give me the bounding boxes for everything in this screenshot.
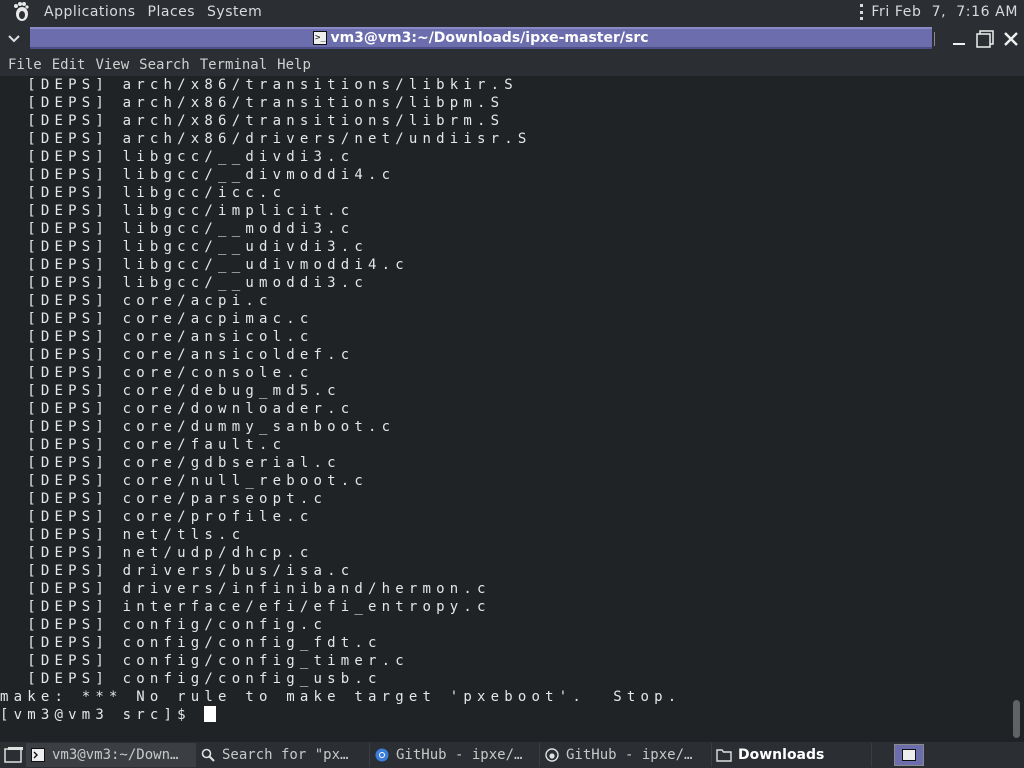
terminal-line: [DEPS] core/acpimac.c	[0, 311, 314, 327]
task-label: Downloads	[738, 747, 825, 763]
panel-handle-icon	[860, 4, 864, 20]
terminal-line: [DEPS] core/null_reboot.c	[0, 473, 368, 489]
terminal-line: [DEPS] libgcc/__moddi3.c	[0, 221, 355, 237]
task-downloads[interactable]: Downloads	[712, 743, 872, 767]
terminal-line: [DEPS] libgcc/icc.c	[0, 185, 287, 201]
terminal-scrollbar[interactable]	[1008, 76, 1024, 742]
terminal-line: [DEPS] config/config_timer.c	[0, 653, 409, 669]
terminal-line: [DEPS] core/ansicol.c	[0, 329, 314, 345]
window-buttons	[946, 24, 1024, 54]
maximize-icon[interactable]	[972, 26, 998, 52]
menu-applications[interactable]: Applications	[44, 4, 136, 20]
terminal-output[interactable]: [DEPS] arch/x86/transitions/libkir.S [DE…	[0, 76, 1008, 742]
top-panel: Applications Places System Fri Feb 7, 7:…	[0, 0, 1024, 24]
close-icon[interactable]	[998, 26, 1024, 52]
terminal-line: [DEPS] core/profile.c	[0, 509, 314, 525]
shell-prompt: [vm3@vm3 src]$	[0, 707, 205, 723]
text-cursor	[204, 706, 217, 722]
terminal-line: [DEPS] interface/efi/efi_entropy.c	[0, 599, 491, 615]
terminal-line: [DEPS] drivers/bus/isa.c	[0, 563, 355, 579]
clock[interactable]: Fri Feb 7, 7:16 AM	[871, 4, 1018, 20]
terminal-line: [DEPS] core/ansicoldef.c	[0, 347, 355, 363]
terminal-prompt-line[interactable]: [vm3@vm3 src]$	[0, 706, 217, 724]
task-label: vm3@vm3:~/Down…	[52, 747, 179, 763]
scrollbar-thumb[interactable]	[1013, 700, 1020, 738]
search-icon	[200, 747, 216, 763]
terminal-line: [DEPS] arch/x86/drivers/net/undiisr.S	[0, 131, 532, 147]
menu-places[interactable]: Places	[148, 4, 196, 20]
terminal-line: [DEPS] config/config.c	[0, 617, 328, 633]
window-title-bar[interactable]: >_ vm3@vm3:~/Downloads/ipxe-master/src	[30, 27, 932, 49]
workspace-window-icon	[902, 749, 916, 761]
task-github[interactable]: GitHub - ipxe/…	[540, 743, 712, 767]
task-chrome-github[interactable]: GitHub - ipxe/…	[370, 743, 540, 767]
terminal-line: [DEPS] libgcc/implicit.c	[0, 203, 355, 219]
task-label: Search for "px…	[222, 747, 349, 763]
terminal-line: [DEPS] libgcc/__divmoddi4.c	[0, 167, 396, 183]
terminal-line: [DEPS] libgcc/__umoddi3.c	[0, 275, 368, 291]
window-menu-chevron-icon[interactable]	[0, 25, 28, 53]
gnome-foot-icon	[544, 747, 560, 763]
terminal-line: [DEPS] core/dummy_sanboot.c	[0, 419, 396, 435]
terminal-line: [DEPS] libgcc/__udivdi3.c	[0, 239, 368, 255]
folder-icon	[716, 747, 732, 763]
terminal-line: [DEPS] config/config_usb.c	[0, 671, 382, 687]
terminal-line: [DEPS] core/gdbserial.c	[0, 455, 341, 471]
menu-view[interactable]: View	[95, 57, 129, 73]
terminal-line: [DEPS] core/parseopt.c	[0, 491, 328, 507]
bottom-taskbar: vm3@vm3:~/Down… Search for "px… GitHub -…	[0, 742, 1024, 768]
gnome-foot-icon[interactable]	[10, 1, 32, 23]
terminal-line: [DEPS] arch/x86/transitions/libkir.S	[0, 77, 518, 93]
menu-terminal[interactable]: Terminal	[200, 57, 267, 73]
show-desktop-icon[interactable]	[2, 743, 26, 767]
terminal-line: [DEPS] core/debug_md5.c	[0, 383, 341, 399]
menu-file[interactable]: File	[8, 57, 42, 73]
terminal-line: [DEPS] arch/x86/transitions/libpm.S	[0, 95, 505, 111]
terminal-line: [DEPS] core/downloader.c	[0, 401, 355, 417]
terminal-line: [DEPS] drivers/infiniband/hermon.c	[0, 581, 491, 597]
terminal-line: [DEPS] net/tls.c	[0, 527, 246, 543]
chrome-icon	[374, 747, 390, 763]
terminal-line: [DEPS] net/udp/dhcp.c	[0, 545, 314, 561]
terminal-icon: >_	[313, 31, 328, 45]
terminal-line: [DEPS] core/fault.c	[0, 437, 287, 453]
task-search[interactable]: Search for "px…	[196, 743, 370, 767]
terminal-line: [DEPS] arch/x86/transitions/librm.S	[0, 113, 505, 129]
terminal-line: [DEPS] config/config_fdt.c	[0, 635, 382, 651]
terminal-icon	[30, 747, 46, 763]
minimize-icon[interactable]	[946, 26, 972, 52]
task-label: GitHub - ipxe/…	[566, 747, 693, 763]
menu-edit[interactable]: Edit	[52, 57, 86, 73]
terminal-line: [DEPS] core/console.c	[0, 365, 314, 381]
menu-search[interactable]: Search	[139, 57, 190, 73]
workspace-switcher[interactable]	[894, 744, 924, 766]
terminal-menubar: File Edit View Search Terminal Help	[0, 54, 1024, 76]
window-title: vm3@vm3:~/Downloads/ipxe-master/src	[330, 30, 649, 46]
terminal-line: [DEPS] libgcc/__divdi3.c	[0, 149, 355, 165]
terminal-line: [DEPS] libgcc/__udivmoddi4.c	[0, 257, 409, 273]
task-terminal[interactable]: vm3@vm3:~/Down…	[26, 743, 196, 767]
terminal-line: [DEPS] core/acpi.c	[0, 293, 273, 309]
window-titlebar[interactable]: >_ vm3@vm3:~/Downloads/ipxe-master/src	[0, 24, 1024, 54]
task-label: GitHub - ipxe/…	[396, 747, 523, 763]
titlebar-divider	[934, 32, 940, 46]
menu-system[interactable]: System	[207, 4, 262, 20]
menu-help[interactable]: Help	[277, 57, 311, 73]
terminal-line: make: *** No rule to make target 'pxeboo…	[0, 689, 682, 705]
